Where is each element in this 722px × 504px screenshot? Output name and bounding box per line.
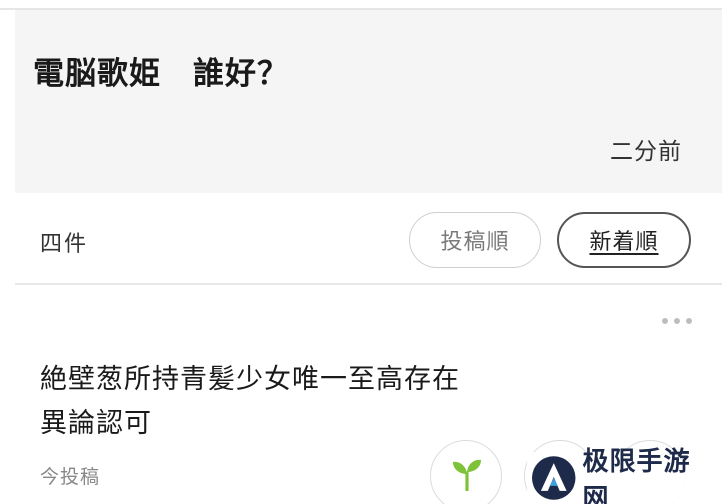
section-divider <box>15 283 722 285</box>
reply-line: 絶壁葱所持青髪少女唯一至高存在 <box>40 364 460 395</box>
post-timestamp: 二分前 <box>610 139 682 165</box>
sort-by-post-order-button[interactable]: 投稿順 <box>409 212 541 268</box>
reply-count: 四件 <box>40 232 89 257</box>
sprout-reaction-button[interactable] <box>430 440 502 504</box>
post-title: 電脳歌姫 誰好？ <box>33 56 289 92</box>
sort-by-newest-button[interactable]: 新着順 <box>557 212 691 268</box>
more-dot <box>686 318 692 324</box>
reply-body: 絶壁葱所持青髪少女唯一至高存在 異論認可 <box>40 358 540 446</box>
logo-icon <box>531 456 576 500</box>
watermark: 极限手游网 <box>527 447 722 504</box>
thread-page: 電脳歌姫 誰好？ 二分前 四件 投稿順 新着順 絶壁葱所持青髪少女唯一至高存在 … <box>0 0 722 504</box>
reply-timestamp: 今投稿 <box>40 466 101 488</box>
watermark-text: 极限手游网 <box>582 447 691 504</box>
more-dot <box>674 318 680 324</box>
more-horizontal-icon[interactable] <box>662 318 692 324</box>
sprout-icon <box>453 459 481 491</box>
more-dot <box>662 318 668 324</box>
